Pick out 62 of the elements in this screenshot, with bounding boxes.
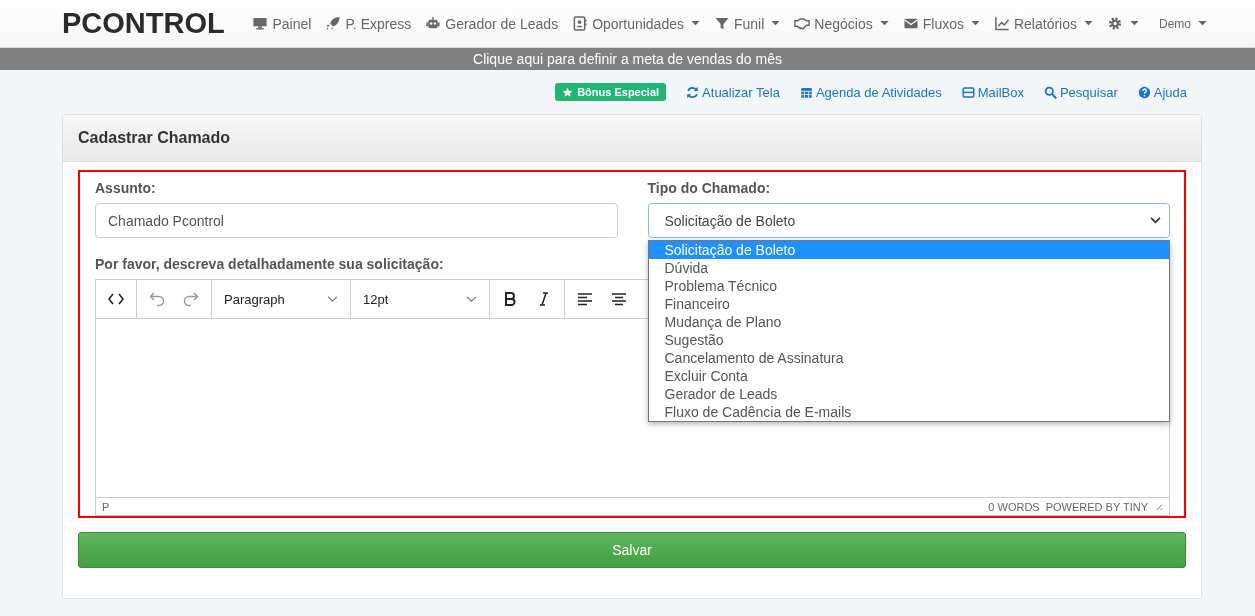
dropdown-option[interactable]: Gerador de Leads <box>648 385 1169 403</box>
dropdown-option[interactable]: Fluxo de Cadência de E-mails <box>648 403 1169 421</box>
nav-menu-item[interactable]: Gerador de Leads <box>425 15 559 32</box>
type-select[interactable]: Solicitação de Boleto <box>647 203 1170 238</box>
inbox-icon <box>961 85 975 99</box>
nav-menu-item[interactable]: Fluxos <box>902 15 980 32</box>
calendar-icon <box>799 85 813 99</box>
logo[interactable]: PCONTROL <box>62 7 225 40</box>
dropdown-option[interactable]: Excluir Conta <box>648 367 1169 385</box>
refresh-icon <box>686 85 700 99</box>
chevron-down-icon <box>466 295 477 303</box>
font-size-dropdown[interactable]: 12pt <box>351 280 490 318</box>
dropdown-option[interactable]: Financeiro <box>648 295 1169 313</box>
nav-menu-item[interactable] <box>1107 16 1139 31</box>
dropdown-option[interactable]: Problema Técnico <box>648 277 1169 295</box>
contact-card-icon <box>572 16 589 31</box>
dropdown-option[interactable]: Cancelamento de Assinatura <box>648 349 1169 367</box>
card-title: Cadastrar Chamado <box>78 129 231 147</box>
dropdown-option[interactable]: Solicitação de Boleto <box>648 241 1169 259</box>
dropdown-option[interactable]: Mudança de Plano <box>648 313 1169 331</box>
line-chart-icon <box>993 16 1010 31</box>
robot-icon <box>425 16 442 31</box>
toolbar-link[interactable]: Pesquisar <box>1043 84 1118 100</box>
align-left-icon[interactable] <box>577 291 593 307</box>
nav-menu-item[interactable]: Relatórios <box>993 15 1093 32</box>
field-label: Assunto: <box>95 180 157 196</box>
resize-handle-icon[interactable] <box>1154 502 1163 511</box>
word-count: 0 WORDS <box>988 500 1040 513</box>
rocket-icon <box>325 16 342 31</box>
dropdown-option[interactable]: Sugestão <box>648 331 1169 349</box>
branding-link[interactable]: POWERED BY TINY <box>1045 500 1148 513</box>
help-icon <box>1137 85 1151 99</box>
nav-menu-item[interactable]: Demo <box>1153 16 1207 31</box>
field-label: Por favor, descreva detalhadamente sua solicitação: <box>95 256 444 272</box>
nav-menu-item[interactable]: Negócios <box>794 15 889 32</box>
bold-icon[interactable] <box>502 291 518 307</box>
nav-menu-item[interactable]: Funil <box>714 15 781 32</box>
field-label: Tipo do Chamado: <box>647 180 772 196</box>
nav-menu-item[interactable]: P. Express <box>325 15 412 32</box>
dropdown-option[interactable]: Dúvida <box>648 259 1169 277</box>
monitor-icon <box>252 16 269 31</box>
nav-menu-item[interactable]: Oportunidades <box>572 15 700 32</box>
toolbar-link[interactable]: Agenda de Atividades <box>799 84 942 100</box>
nav-menu-item[interactable]: Painel <box>252 15 312 32</box>
search-icon <box>1043 85 1057 99</box>
redo-icon[interactable] <box>183 291 199 307</box>
subject-input-field[interactable]: Chamado Pcontrol <box>95 203 618 238</box>
element-path: P <box>102 500 110 513</box>
chevron-down-icon <box>1150 217 1161 224</box>
toolbar-link[interactable]: MailBox <box>961 84 1024 100</box>
chevron-down-icon <box>327 295 338 303</box>
envelope-icon <box>902 16 919 31</box>
block-format-dropdown[interactable]: Paragraph <box>212 280 351 318</box>
sales-goal-banner[interactable]: Clique aqui para definir a meta de vendas do mês <box>0 48 1255 70</box>
toolbar-link[interactable]: Atualizar Tela <box>686 84 780 100</box>
settings-icon <box>1107 16 1123 31</box>
align-center-icon[interactable] <box>611 291 627 307</box>
filter-icon <box>714 16 730 31</box>
code-icon[interactable] <box>108 291 124 307</box>
undo-icon[interactable] <box>149 291 165 307</box>
toolbar-link[interactable]: Ajuda <box>1137 84 1187 100</box>
star-icon <box>562 86 574 98</box>
